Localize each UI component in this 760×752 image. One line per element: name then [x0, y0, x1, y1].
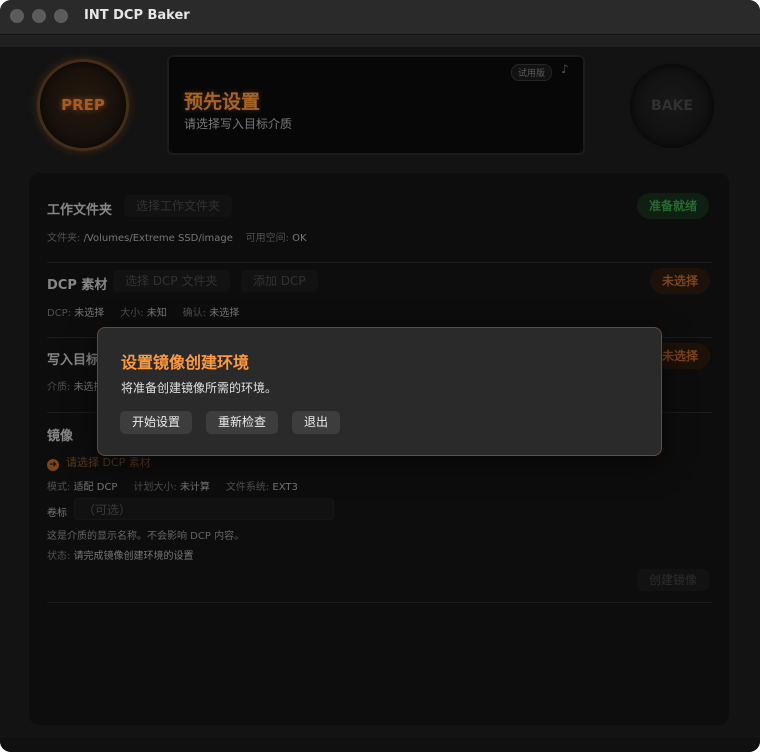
quit-button[interactable]: 退出	[292, 411, 341, 434]
title-bar: INT DCP Baker	[0, 0, 760, 35]
close-window-button[interactable]	[10, 9, 24, 23]
zoom-window-button[interactable]	[54, 9, 68, 23]
setup-dialog: 设置镜像创建环境 将准备创建镜像所需的环境。 开始设置 重新检查 退出	[97, 327, 662, 456]
recheck-button[interactable]: 重新检查	[206, 411, 279, 434]
dialog-message: 将准备创建镜像所需的环境。	[121, 381, 278, 395]
app-window: INT DCP Baker PREP 预先设置 请选择写入目标介质 试用版 ♪ …	[0, 0, 760, 752]
start-setup-button[interactable]: 开始设置	[120, 411, 193, 434]
minimize-window-button[interactable]	[32, 9, 46, 23]
toolbar-strip	[0, 35, 760, 47]
dialog-title: 设置镜像创建环境	[121, 353, 250, 372]
window-title: INT DCP Baker	[84, 8, 190, 23]
